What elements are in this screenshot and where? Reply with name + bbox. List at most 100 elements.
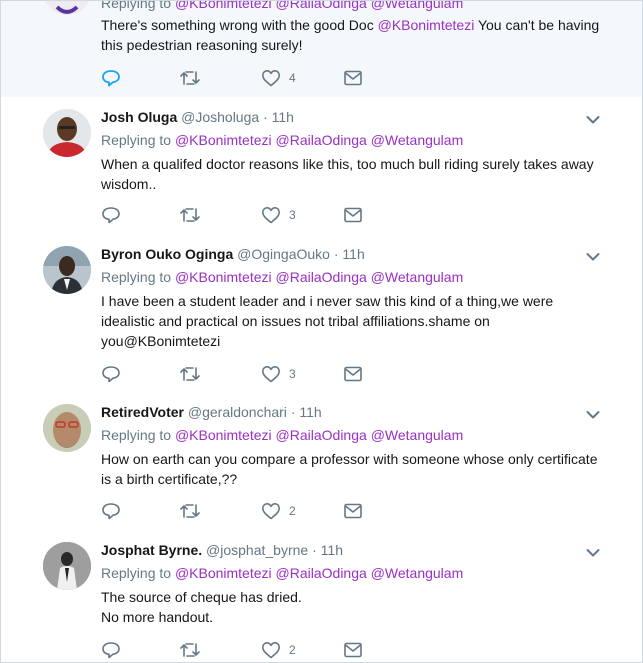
tweet-text: How on earth can you compare a professor… bbox=[101, 451, 598, 487]
heart-icon bbox=[261, 502, 281, 520]
tweet-text: The source of cheque has dried. No more … bbox=[101, 587, 601, 627]
retweet-icon bbox=[179, 69, 201, 87]
timestamp[interactable]: 11h bbox=[299, 404, 321, 420]
avatar[interactable] bbox=[43, 246, 91, 294]
envelope-icon bbox=[343, 69, 363, 87]
envelope-icon bbox=[343, 641, 363, 659]
username[interactable]: @Josholuga bbox=[181, 109, 259, 125]
mention-link[interactable]: @RailaOdinga bbox=[276, 269, 367, 285]
retweet-icon bbox=[179, 206, 201, 224]
more-options-button[interactable] bbox=[585, 408, 601, 420]
mention-link[interactable]: @Wetangulam bbox=[371, 132, 464, 148]
heart-icon bbox=[261, 206, 281, 224]
tweet-actions: 3 bbox=[101, 205, 401, 225]
like-count: 3 bbox=[289, 208, 296, 222]
avatar[interactable] bbox=[43, 542, 91, 590]
reply-button[interactable] bbox=[101, 68, 121, 88]
tweet[interactable]: Replying to @KBonimtetezi @RailaOdinga @… bbox=[1, 1, 642, 98]
username[interactable]: @josphat_byrne bbox=[206, 542, 308, 558]
like-button[interactable]: 4 bbox=[261, 68, 296, 88]
reply-thread: Replying to @KBonimtetezi @RailaOdinga @… bbox=[0, 0, 643, 663]
avatar[interactable] bbox=[43, 1, 91, 15]
reply-icon bbox=[101, 502, 121, 520]
avatar[interactable] bbox=[43, 109, 91, 157]
like-button[interactable]: 3 bbox=[261, 205, 296, 225]
timestamp[interactable]: 11h bbox=[342, 246, 364, 262]
like-button[interactable]: 2 bbox=[261, 501, 296, 521]
more-options-button[interactable] bbox=[585, 546, 601, 558]
mention-link[interactable]: @RailaOdinga bbox=[276, 427, 367, 443]
tweet-actions: 2 bbox=[101, 640, 401, 660]
mention-link[interactable]: @RailaOdinga bbox=[276, 565, 367, 581]
mention-link[interactable]: @KBonimtetezi bbox=[378, 17, 475, 33]
display-name[interactable]: Josh Oluga bbox=[101, 109, 177, 125]
direct-message-button[interactable] bbox=[343, 205, 363, 225]
tweet-header: Josphat Byrne. @josphat_byrne · 11h bbox=[101, 542, 343, 558]
display-name[interactable]: Byron Ouko Oginga bbox=[101, 246, 233, 262]
separator-dot: · bbox=[290, 404, 296, 420]
tweet[interactable]: RetiredVoter @geraldonchari · 11h Replyi… bbox=[1, 392, 642, 531]
direct-message-button[interactable] bbox=[343, 68, 363, 88]
tweet[interactable]: Josphat Byrne. @josphat_byrne · 11h Repl… bbox=[1, 530, 642, 662]
reply-button[interactable] bbox=[101, 364, 121, 384]
chevron-down-icon bbox=[585, 408, 601, 425]
retweet-button[interactable] bbox=[179, 640, 201, 660]
chevron-down-icon bbox=[585, 250, 601, 267]
retweet-button[interactable] bbox=[179, 364, 201, 384]
retweet-button[interactable] bbox=[179, 501, 201, 521]
chevron-down-icon bbox=[585, 546, 601, 563]
heart-icon bbox=[261, 641, 281, 659]
username[interactable]: @OgingaOuko bbox=[237, 246, 330, 262]
mention-link[interactable]: @KBonimtetezi bbox=[175, 269, 272, 285]
mention-link[interactable]: @RailaOdinga bbox=[276, 1, 367, 11]
reply-icon bbox=[101, 365, 121, 383]
more-options-button[interactable] bbox=[585, 250, 601, 262]
direct-message-button[interactable] bbox=[343, 364, 363, 384]
tweet[interactable]: Byron Ouko Oginga @OgingaOuko · 11h Repl… bbox=[1, 234, 642, 393]
display-name[interactable]: Josphat Byrne. bbox=[101, 542, 202, 558]
separator-dot: · bbox=[312, 542, 317, 558]
username[interactable]: @geraldonchari bbox=[188, 404, 287, 420]
direct-message-button[interactable] bbox=[343, 501, 363, 521]
tweet[interactable]: Josh Oluga @Josholuga · 11h Replying to … bbox=[1, 97, 642, 235]
retweet-button[interactable] bbox=[179, 205, 201, 225]
mention-link[interactable]: @Wetangulam bbox=[371, 427, 464, 443]
mention-link[interactable]: @RailaOdinga bbox=[276, 132, 367, 148]
tweet-text: There's something wrong with the good Do… bbox=[101, 17, 600, 53]
separator-dot: · bbox=[263, 109, 268, 125]
replying-to: Replying to @KBonimtetezi @RailaOdinga @… bbox=[101, 427, 464, 443]
tweet-actions: 4 bbox=[101, 68, 401, 88]
mention-link[interactable]: @Wetangulam bbox=[371, 1, 464, 11]
timestamp[interactable]: 11h bbox=[272, 109, 294, 125]
tweet-header: Byron Ouko Oginga @OgingaOuko · 11h bbox=[101, 246, 365, 262]
replying-to: Replying to @KBonimtetezi @RailaOdinga @… bbox=[101, 565, 464, 581]
like-count: 2 bbox=[289, 504, 296, 518]
reply-button[interactable] bbox=[101, 205, 121, 225]
replying-to: Replying to @KBonimtetezi @RailaOdinga @… bbox=[101, 269, 464, 285]
more-options-button[interactable] bbox=[585, 113, 601, 125]
tweet-text-line: No more handout. bbox=[101, 609, 214, 625]
timestamp[interactable]: 11h bbox=[321, 542, 343, 558]
avatar[interactable] bbox=[43, 404, 91, 452]
tweet-actions: 3 bbox=[101, 364, 401, 384]
like-button[interactable]: 3 bbox=[261, 364, 296, 384]
retweet-icon bbox=[179, 365, 201, 383]
mention-link[interactable]: @KBonimtetezi bbox=[175, 427, 272, 443]
direct-message-button[interactable] bbox=[343, 640, 363, 660]
retweet-button[interactable] bbox=[179, 68, 201, 88]
display-name[interactable]: RetiredVoter bbox=[101, 404, 184, 420]
mention-link[interactable]: @KBonimtetezi bbox=[175, 565, 272, 581]
envelope-icon bbox=[343, 502, 363, 520]
mention-link[interactable]: @KBonimtetezi bbox=[175, 1, 272, 11]
like-button[interactable]: 2 bbox=[261, 640, 296, 660]
tweet-actions: 2 bbox=[101, 501, 401, 521]
mention-link[interactable]: @KBonimtetezi bbox=[175, 132, 272, 148]
mention-link[interactable]: @Wetangulam bbox=[371, 269, 464, 285]
heart-icon bbox=[261, 69, 281, 87]
tweet-text: When a qualifed doctor reasons like this… bbox=[101, 156, 594, 192]
envelope-icon bbox=[343, 206, 363, 224]
reply-button[interactable] bbox=[101, 501, 121, 521]
reply-icon bbox=[101, 641, 121, 659]
mention-link[interactable]: @Wetangulam bbox=[371, 565, 464, 581]
reply-button[interactable] bbox=[101, 640, 121, 660]
